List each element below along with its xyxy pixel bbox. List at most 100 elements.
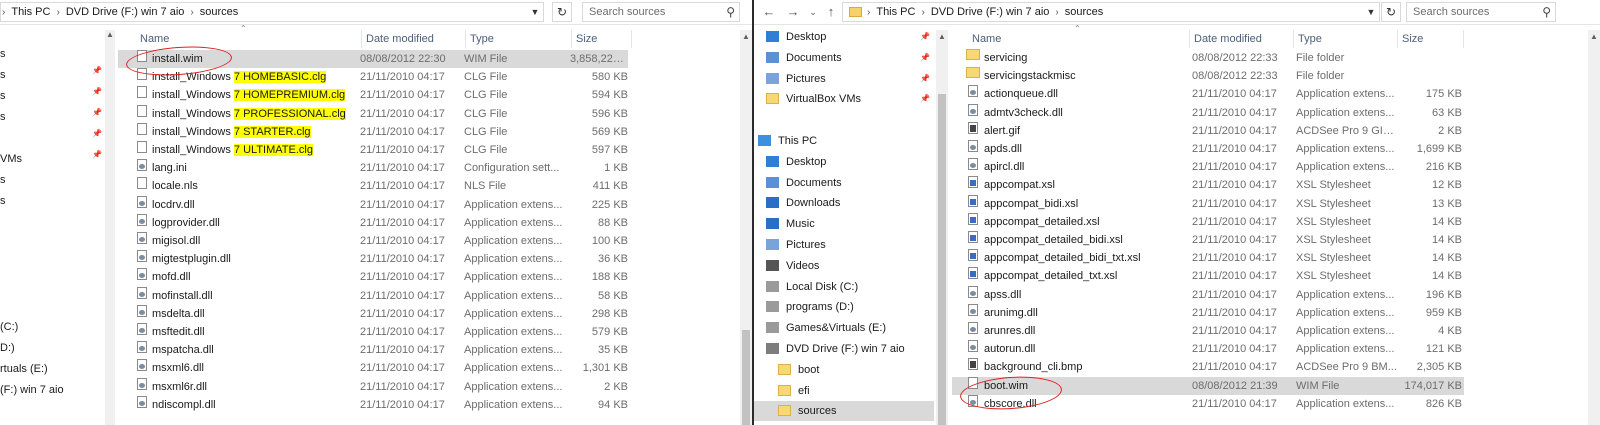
nav-item-games-virtuals-e[interactable]: Games&Virtuals (E:) bbox=[754, 318, 934, 338]
scroll-up-arrow-icon[interactable]: ▲ bbox=[1588, 32, 1600, 41]
file-row[interactable]: mofinstall.dll 21/11/2010 04:17 Applicatio… bbox=[118, 286, 628, 305]
nav-item-sources[interactable]: sources bbox=[754, 401, 934, 422]
breadcrumb-dvd-drive[interactable]: DVD Drive (F:) win 7 aio bbox=[61, 6, 190, 18]
left-search-input[interactable]: Search sources ⚲ bbox=[582, 2, 740, 22]
nav-item-partial[interactable]: rtuals (E:) bbox=[0, 360, 48, 378]
right-nav-scrollbar[interactable]: ▲ bbox=[936, 30, 948, 425]
file-row[interactable]: alert.gif 21/11/2010 04:17 ACDSee Pro 9 GI… bbox=[952, 121, 1464, 140]
nav-item-partial[interactable]: s bbox=[0, 87, 6, 105]
nav-item-documents[interactable]: Documents bbox=[754, 173, 934, 193]
nav-item-virtualbox-vms[interactable]: VirtualBox VMs 📌 bbox=[754, 89, 934, 109]
pin-icon[interactable]: 📌 bbox=[92, 66, 102, 75]
chevron-down-icon[interactable]: ▼ bbox=[1363, 3, 1379, 21]
file-row[interactable]: appcompat_detailed.xsl 21/11/2010 04:17 XS… bbox=[952, 212, 1464, 231]
nav-item-videos[interactable]: Videos bbox=[754, 256, 934, 276]
nav-item-local-disk-c[interactable]: Local Disk (C:) bbox=[754, 277, 934, 297]
pin-icon[interactable]: 📌 bbox=[920, 48, 930, 68]
chevron-down-icon[interactable]: ▼ bbox=[527, 3, 543, 21]
breadcrumb-sources[interactable]: sources bbox=[1060, 6, 1109, 18]
refresh-button[interactable]: ↻ bbox=[552, 2, 572, 22]
file-row[interactable]: appcompat_detailed_txt.xsl 21/11/2010 04:… bbox=[952, 267, 1464, 285]
scrollbar-thumb[interactable] bbox=[938, 94, 946, 425]
right-search-input[interactable]: Search sources ⚲ bbox=[1406, 2, 1556, 22]
pin-icon[interactable]: 📌 bbox=[920, 69, 930, 89]
pin-icon[interactable]: 📌 bbox=[92, 129, 102, 138]
pin-icon[interactable]: 📌 bbox=[92, 87, 102, 96]
file-row[interactable]: msxml6r.dll 21/11/2010 04:17 Application e… bbox=[118, 377, 628, 396]
nav-item-pictures[interactable]: Pictures bbox=[754, 235, 934, 255]
nav-item-downloads[interactable]: Downloads bbox=[754, 193, 934, 213]
file-row[interactable]: apds.dll 21/11/2010 04:17 Application exte… bbox=[952, 140, 1464, 158]
nav-item-music[interactable]: Music bbox=[754, 214, 934, 234]
nav-item-partial[interactable]: s bbox=[0, 66, 6, 84]
breadcrumb-dvd-drive[interactable]: DVD Drive (F:) win 7 aio bbox=[926, 6, 1055, 18]
right-address-bar[interactable]: › This PC › DVD Drive (F:) win 7 aio › s… bbox=[842, 2, 1380, 22]
file-row[interactable]: background_cli.bmp 21/11/2010 04:17 ACDSee… bbox=[952, 358, 1464, 376]
file-row[interactable]: appcompat_detailed_bidi.xsl 21/11/2010 04… bbox=[952, 231, 1464, 249]
file-row[interactable]: install_Windows 7 ULTIMATE.clg 21/11/2010… bbox=[118, 141, 628, 159]
nav-item-this-pc[interactable]: This PC bbox=[754, 131, 934, 151]
breadcrumb-this-pc[interactable]: This PC bbox=[6, 6, 55, 18]
file-row[interactable]: lang.ini 21/11/2010 04:17 Configuration se… bbox=[118, 159, 628, 177]
pin-icon[interactable]: 📌 bbox=[920, 89, 930, 109]
scroll-up-arrow-icon[interactable]: ▲ bbox=[936, 32, 948, 41]
column-header-date[interactable]: Date modified bbox=[362, 30, 466, 48]
back-arrow-icon[interactable]: ← bbox=[760, 4, 778, 20]
file-row[interactable]: arunres.dll 21/11/2010 04:17 Application e… bbox=[952, 322, 1464, 340]
file-row[interactable]: servicing 08/08/2012 22:33 File folder bbox=[952, 49, 1464, 67]
left-list-scrollbar[interactable]: ▲ bbox=[740, 30, 752, 425]
file-row[interactable]: apss.dll 21/11/2010 04:17 Application exte… bbox=[952, 285, 1464, 304]
file-row[interactable]: appcompat.xsl 21/11/2010 04:17 XSL Stylesh… bbox=[952, 176, 1464, 194]
file-row[interactable]: install_Windows 7 STARTER.clg 21/11/2010 … bbox=[118, 122, 628, 141]
file-row[interactable]: autorun.dll 21/11/2010 04:17 Application e… bbox=[952, 340, 1464, 358]
nav-item-boot[interactable]: boot bbox=[754, 360, 934, 380]
file-row[interactable]: appcompat_bidi.xsl 21/11/2010 04:17 XSL St… bbox=[952, 194, 1464, 213]
breadcrumb-this-pc[interactable]: This PC bbox=[871, 6, 920, 18]
pin-icon[interactable]: 📌 bbox=[92, 150, 102, 159]
file-row[interactable]: appcompat_detailed_bidi_txt.xsl 21/11/201… bbox=[952, 249, 1464, 267]
column-header-type[interactable]: Type bbox=[466, 30, 572, 48]
nav-item-partial[interactable]: (C:) bbox=[0, 318, 18, 336]
nav-item-partial[interactable]: s bbox=[0, 192, 6, 210]
recent-locations-chevron-icon[interactable]: ⌄ bbox=[804, 4, 822, 20]
up-arrow-icon[interactable]: ↑ bbox=[822, 4, 840, 20]
left-nav-scrollbar[interactable]: ▲ bbox=[105, 30, 115, 425]
file-row[interactable]: admtv3check.dll 21/11/2010 04:17 Applicati… bbox=[952, 103, 1464, 122]
file-row[interactable]: mspatcha.dll 21/11/2010 04:17 Application … bbox=[118, 341, 628, 359]
scroll-up-arrow-icon[interactable]: ▲ bbox=[740, 32, 752, 41]
nav-item-documents[interactable]: Documents 📌 bbox=[754, 48, 934, 68]
breadcrumb-sources[interactable]: sources bbox=[195, 6, 244, 18]
nav-item-partial[interactable]: s bbox=[0, 45, 6, 63]
pin-icon[interactable]: 📌 bbox=[920, 27, 930, 47]
file-row[interactable]: apircl.dll 21/11/2010 04:17 Application ex… bbox=[952, 158, 1464, 176]
nav-item-dvd-drive-f-win-7-aio[interactable]: DVD Drive (F:) win 7 aio bbox=[754, 339, 934, 359]
nav-item-programs-d[interactable]: programs (D:) bbox=[754, 297, 934, 317]
nav-item-partial[interactable]: s bbox=[0, 108, 6, 126]
file-row[interactable]: actionqueue.dll 21/11/2010 04:17 Applicati… bbox=[952, 85, 1464, 103]
file-row[interactable]: msdelta.dll 21/11/2010 04:17 Application e… bbox=[118, 304, 628, 323]
file-row[interactable]: mofd.dll 21/11/2010 04:17 Application exte… bbox=[118, 268, 628, 286]
scroll-up-arrow-icon[interactable]: ▲ bbox=[105, 30, 115, 39]
file-row[interactable]: locale.nls 21/11/2010 04:17 NLS File 411 KB bbox=[118, 177, 628, 195]
column-header-date[interactable]: Date modified bbox=[1190, 30, 1294, 48]
nav-item-desktop[interactable]: Desktop 📌 bbox=[754, 27, 934, 47]
column-header-name[interactable]: Name bbox=[136, 30, 362, 48]
file-row[interactable]: migtestplugin.dll 21/11/2010 04:17 Applica… bbox=[118, 250, 628, 268]
file-row[interactable]: install_Windows 7 PROFESSIONAL.clg 21/11/… bbox=[118, 104, 628, 123]
file-row[interactable]: servicingstackmisc 08/08/2012 22:33 File f… bbox=[952, 67, 1464, 85]
scrollbar-thumb[interactable] bbox=[742, 330, 750, 425]
column-header-size[interactable]: Size bbox=[1398, 30, 1464, 48]
file-row[interactable]: arunimg.dll 21/11/2010 04:17 Application e… bbox=[952, 303, 1464, 322]
file-row[interactable]: ndiscompl.dll 21/11/2010 04:17 Application… bbox=[118, 395, 628, 414]
nav-item-pictures[interactable]: Pictures 📌 bbox=[754, 69, 934, 89]
nav-item-partial[interactable]: D:) bbox=[0, 339, 15, 357]
file-row[interactable]: locdrv.dll 21/11/2010 04:17 Application ex… bbox=[118, 195, 628, 214]
nav-item-partial[interactable]: s bbox=[0, 171, 6, 189]
column-header-type[interactable]: Type bbox=[1294, 30, 1398, 48]
file-row[interactable]: install_Windows 7 HOMEPREMIUM.clg 21/11/2… bbox=[118, 86, 628, 104]
file-row[interactable]: logprovider.dll 21/11/2010 04:17 Applicati… bbox=[118, 213, 628, 232]
nav-item-efi[interactable]: efi bbox=[754, 381, 934, 401]
refresh-button[interactable]: ↻ bbox=[1381, 2, 1401, 22]
nav-item-partial[interactable]: (F:) win 7 aio bbox=[0, 381, 64, 399]
file-row[interactable]: migisol.dll 21/11/2010 04:17 Application e… bbox=[118, 232, 628, 250]
